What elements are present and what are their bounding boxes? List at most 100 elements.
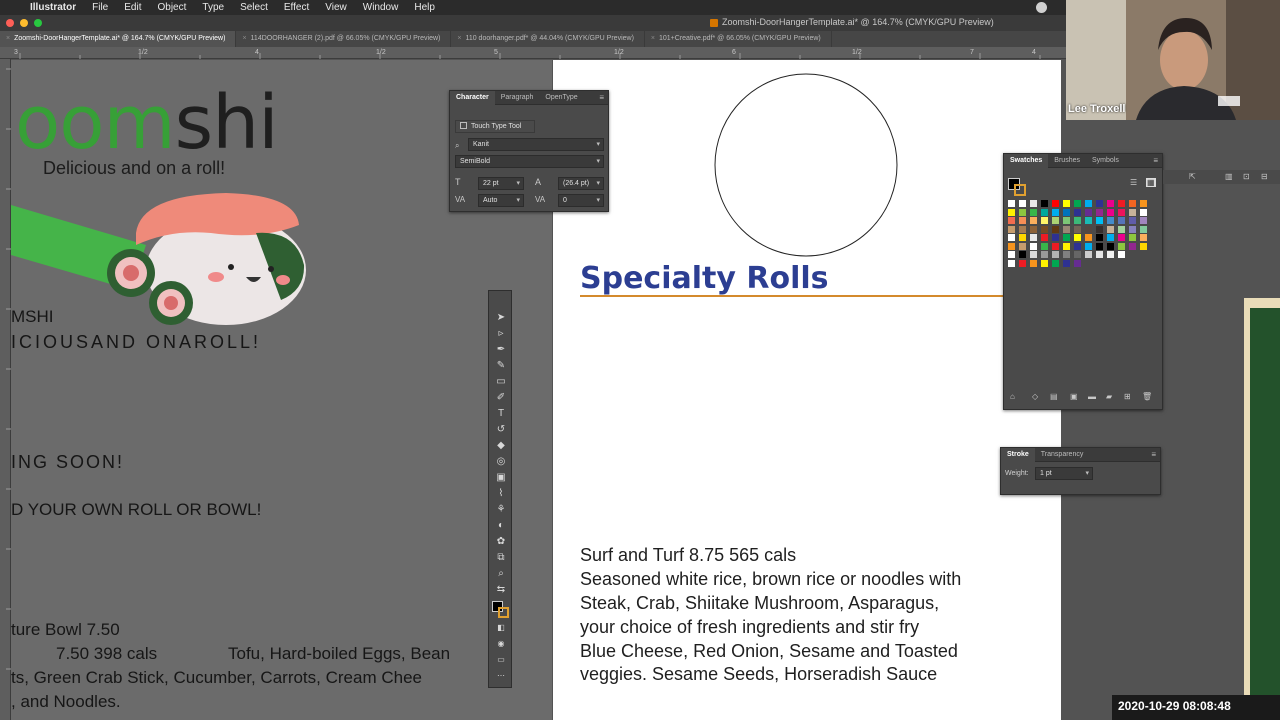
panel-menu-icon[interactable]: ≡	[1153, 156, 1158, 165]
color-swatch[interactable]	[1074, 251, 1081, 258]
color-swatch[interactable]	[1140, 208, 1147, 216]
stroke-weight-field[interactable]: 1 pt ▾	[1035, 467, 1093, 480]
menu-help[interactable]: Help	[406, 2, 443, 13]
color-swatch[interactable]	[1041, 259, 1048, 267]
tab-paragraph[interactable]: Paragraph	[495, 91, 540, 105]
color-swatch[interactable]	[1019, 217, 1026, 224]
type-tool-icon[interactable]: T	[494, 407, 508, 421]
color-swatch[interactable]	[1019, 251, 1026, 258]
eraser-tool-icon[interactable]: ◆	[494, 439, 508, 453]
font-family-select[interactable]: Kanit ▾	[468, 138, 604, 151]
color-swatch[interactable]	[1096, 251, 1103, 258]
color-swatch[interactable]	[1030, 225, 1037, 233]
color-swatch[interactable]	[1074, 242, 1081, 250]
color-swatch[interactable]	[1041, 251, 1048, 258]
circle-placeholder[interactable]	[713, 72, 899, 258]
tab-transparency[interactable]: Transparency	[1035, 448, 1090, 462]
doc-tab-114doorhanger[interactable]: × 114DOORHANGER (2).pdf @ 66.05% (CMYK/GP…	[236, 31, 452, 47]
color-swatch[interactable]	[1085, 217, 1092, 224]
color-swatch[interactable]	[1008, 242, 1015, 250]
menu-effect[interactable]: Effect	[276, 2, 317, 13]
color-swatch[interactable]	[1041, 208, 1048, 216]
color-swatch[interactable]	[1030, 217, 1037, 224]
color-swatch[interactable]	[1019, 259, 1026, 267]
symbol-sprayer-tool-icon[interactable]: ✿	[494, 535, 508, 549]
color-swatch[interactable]	[1129, 225, 1136, 233]
color-swatch[interactable]	[1129, 208, 1136, 216]
color-swatch[interactable]	[1096, 234, 1103, 241]
eyedropper-tool-icon[interactable]: ⌇	[494, 487, 508, 501]
shape-builder-tool-icon[interactable]: ◐	[494, 519, 508, 533]
color-swatch[interactable]	[1052, 200, 1059, 207]
pathfinder-icon[interactable]: ⊟	[1261, 172, 1268, 181]
close-tab-icon[interactable]: ×	[651, 35, 655, 42]
gradient-tool-icon[interactable]: ▣	[494, 471, 508, 485]
color-swatch[interactable]	[1019, 208, 1026, 216]
color-swatch[interactable]	[1063, 251, 1070, 258]
folder-icon[interactable]: ▬	[1088, 392, 1096, 401]
close-tab-icon[interactable]: ×	[457, 35, 461, 42]
color-swatch[interactable]	[1074, 208, 1081, 216]
menu-item-line[interactable]: your choice of fresh ingredients and sti…	[580, 617, 919, 638]
artboard-tool-icon[interactable]: ⧉	[494, 551, 508, 565]
color-swatch[interactable]	[1140, 234, 1147, 241]
swatch-grid[interactable]	[1008, 200, 1158, 280]
color-mode-icon[interactable]: ◧	[494, 621, 508, 635]
panel-menu-icon[interactable]: ≡	[1151, 450, 1156, 459]
doc-tab-101creative[interactable]: × 101+Creative.pdf* @ 66.05% (CMYK/GPU Pr…	[645, 31, 832, 47]
minimize-window-button[interactable]	[20, 19, 28, 27]
color-swatch[interactable]	[1030, 251, 1037, 258]
blend-tool-icon[interactable]: ⚘	[494, 503, 508, 517]
color-swatch[interactable]	[1063, 225, 1070, 233]
color-swatch[interactable]	[1019, 234, 1026, 241]
new-swatch-icon[interactable]: ⊞	[1124, 392, 1131, 401]
color-swatch[interactable]	[1107, 234, 1114, 241]
color-swatch[interactable]	[1118, 208, 1125, 216]
stroke-color-swatch[interactable]	[498, 607, 509, 618]
color-swatch[interactable]	[1030, 242, 1037, 250]
color-swatch[interactable]	[1030, 259, 1037, 267]
close-tab-icon[interactable]: ×	[6, 35, 10, 42]
color-swatch[interactable]	[1052, 217, 1059, 224]
menu-item-line[interactable]: veggies. Sesame Seeds, Horseradish Sauce	[580, 664, 937, 685]
menu-select[interactable]: Select	[232, 2, 276, 13]
menu-item-line[interactable]: Seasoned white rice, brown rice or noodl…	[580, 569, 961, 590]
tab-brushes[interactable]: Brushes	[1048, 154, 1086, 168]
vertical-ruler[interactable]	[0, 59, 11, 720]
menu-item-line[interactable]: Blue Cheese, Red Onion, Sesame and Toast…	[580, 641, 958, 662]
menu-edit[interactable]: Edit	[116, 2, 149, 13]
color-swatch[interactable]	[1063, 200, 1070, 207]
tab-swatches[interactable]: Swatches	[1004, 153, 1049, 168]
panel-menu-icon[interactable]: ≡	[599, 93, 604, 102]
app-menu[interactable]: Illustrator	[30, 2, 84, 13]
color-swatch[interactable]	[1041, 234, 1048, 241]
curvature-tool-icon[interactable]: ✎	[494, 359, 508, 373]
heading-underline[interactable]	[580, 295, 1061, 297]
color-swatch[interactable]	[1030, 208, 1037, 216]
color-swatch[interactable]	[1052, 208, 1059, 216]
color-swatch[interactable]	[1107, 225, 1114, 233]
color-swatch[interactable]	[1074, 259, 1081, 267]
zoom-tool-icon[interactable]: ⌕	[494, 567, 508, 581]
lasso-tool-icon[interactable]: ◎	[494, 455, 508, 469]
menu-type[interactable]: Type	[194, 2, 232, 13]
color-swatch[interactable]	[1052, 234, 1059, 241]
share-icon[interactable]: ⇱	[1189, 172, 1196, 181]
menu-object[interactable]: Object	[149, 2, 194, 13]
color-swatch[interactable]	[1129, 217, 1136, 224]
color-swatch[interactable]	[1030, 200, 1037, 207]
color-swatch[interactable]	[1008, 208, 1015, 216]
kerning-field[interactable]: Auto ▾	[478, 194, 524, 207]
color-swatch[interactable]	[1107, 200, 1114, 207]
color-swatch[interactable]	[1063, 217, 1070, 224]
swap-colors-icon[interactable]: ⇆	[494, 583, 508, 597]
list-view-icon[interactable]: ☰	[1130, 178, 1137, 187]
color-swatch[interactable]	[1118, 234, 1125, 241]
color-swatch[interactable]	[1063, 208, 1070, 216]
globe-icon[interactable]	[1036, 2, 1047, 13]
rectangle-tool-icon[interactable]: ▭	[494, 375, 508, 389]
align-icon[interactable]: ▥	[1225, 172, 1233, 181]
menu-file[interactable]: File	[84, 2, 116, 13]
new-color-group-icon[interactable]: ▣	[1070, 392, 1078, 401]
leading-field[interactable]: (26.4 pt) ▾	[558, 177, 604, 190]
